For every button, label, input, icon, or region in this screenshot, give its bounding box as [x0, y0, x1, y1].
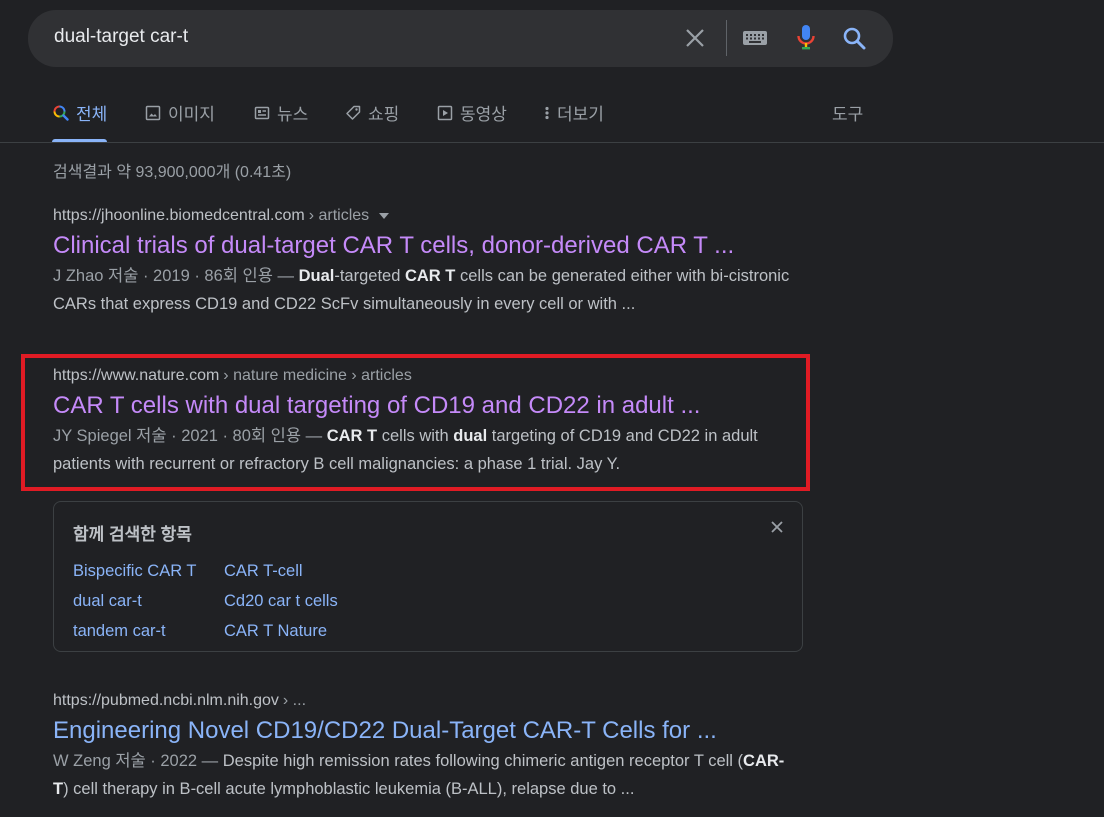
result-domain: https://jhoonline.biomedcentral.com: [53, 207, 305, 224]
search-result: https://pubmed.ncbi.nlm.nih.gov › ... En…: [53, 692, 793, 803]
result-domain: https://pubmed.ncbi.nlm.nih.gov: [53, 692, 279, 709]
clear-icon[interactable]: [681, 24, 709, 52]
tab-label: 더보기: [557, 105, 604, 124]
tab-label: 전체: [76, 105, 108, 124]
related-search-link[interactable]: dual car-t: [73, 586, 196, 616]
more-vert-icon: [543, 104, 551, 122]
close-icon[interactable]: [768, 518, 786, 536]
tab-label: 도구: [832, 105, 864, 124]
related-search-link[interactable]: tandem car-t: [73, 616, 196, 646]
microphone-icon[interactable]: [792, 24, 820, 52]
related-searches-title: 함께 검색한 항목: [73, 525, 192, 544]
tab-news[interactable]: 뉴스: [253, 100, 308, 142]
result-breadcrumb: › ...: [282, 692, 307, 709]
result-breadcrumb: › articles: [308, 207, 370, 224]
result-snippet: W Zeng 저술 · 2022 — Despite high remissio…: [53, 747, 793, 803]
snippet-bold: Dual: [298, 267, 335, 285]
tab-images[interactable]: 이미지: [144, 100, 215, 142]
search-result: https://jhoonline.biomedcentral.com › ar…: [53, 207, 793, 318]
tabs-divider: [0, 142, 1104, 143]
related-column: CAR T-cell Cd20 car t cells CAR T Nature: [224, 556, 338, 646]
result-meta: W Zeng 저술 · 2022 —: [53, 752, 223, 770]
result-title-link[interactable]: Engineering Novel CD19/CD22 Dual-Target …: [53, 716, 793, 746]
search-tabs: 전체 이미지 뉴스 쇼핑 동영상 더보기 도구: [52, 100, 1104, 142]
result-title-link[interactable]: Clinical trials of dual-target CAR T cel…: [53, 231, 793, 261]
tab-tools[interactable]: 도구: [832, 100, 863, 142]
related-search-link[interactable]: Cd20 car t cells: [224, 586, 338, 616]
search-divider: [726, 20, 727, 56]
result-snippet: J Zhao 저술 · 2019 · 86회 인용 — Dual-targete…: [53, 262, 793, 318]
related-column: Bispecific CAR T dual car-t tandem car-t: [73, 556, 196, 646]
search-bar[interactable]: dual-target car-t: [28, 10, 893, 67]
related-search-link[interactable]: CAR T-cell: [224, 556, 338, 586]
snippet-text: Despite high remission rates following c…: [222, 752, 744, 770]
tab-videos[interactable]: 동영상: [436, 100, 507, 142]
highlight-box: [21, 354, 810, 491]
tab-more[interactable]: 더보기: [543, 100, 604, 142]
result-stats: 검색결과 약 93,900,000개 (0.41초): [53, 164, 292, 181]
chevron-down-icon[interactable]: [379, 213, 390, 219]
tab-label: 뉴스: [277, 105, 309, 124]
image-icon: [144, 104, 162, 122]
tab-all[interactable]: 전체: [52, 100, 108, 142]
result-url[interactable]: https://jhoonline.biomedcentral.com › ar…: [53, 207, 793, 225]
snippet-text: -targeted: [334, 267, 405, 285]
result-meta: J Zhao 저술 · 2019 · 86회 인용 —: [53, 267, 299, 285]
tag-icon: [344, 104, 362, 122]
related-search-link[interactable]: Bispecific CAR T: [73, 556, 196, 586]
snippet-bold: CAR T: [404, 267, 456, 285]
search-icon[interactable]: [840, 24, 868, 52]
play-icon: [436, 104, 454, 122]
related-search-link[interactable]: CAR T Nature: [224, 616, 338, 646]
search-input[interactable]: dual-target car-t: [54, 26, 188, 48]
snippet-text: ) cell therapy in B-cell acute lymphobla…: [63, 780, 635, 798]
tab-label: 동영상: [460, 105, 507, 124]
tab-shopping[interactable]: 쇼핑: [344, 100, 399, 142]
related-searches-card: 함께 검색한 항목 Bispecific CAR T dual car-t ta…: [53, 501, 803, 652]
search-icon: [52, 104, 70, 122]
tab-label: 이미지: [168, 105, 215, 124]
news-icon: [253, 104, 271, 122]
result-url[interactable]: https://pubmed.ncbi.nlm.nih.gov › ...: [53, 692, 793, 710]
keyboard-icon[interactable]: [741, 24, 769, 52]
tab-label: 쇼핑: [368, 105, 400, 124]
